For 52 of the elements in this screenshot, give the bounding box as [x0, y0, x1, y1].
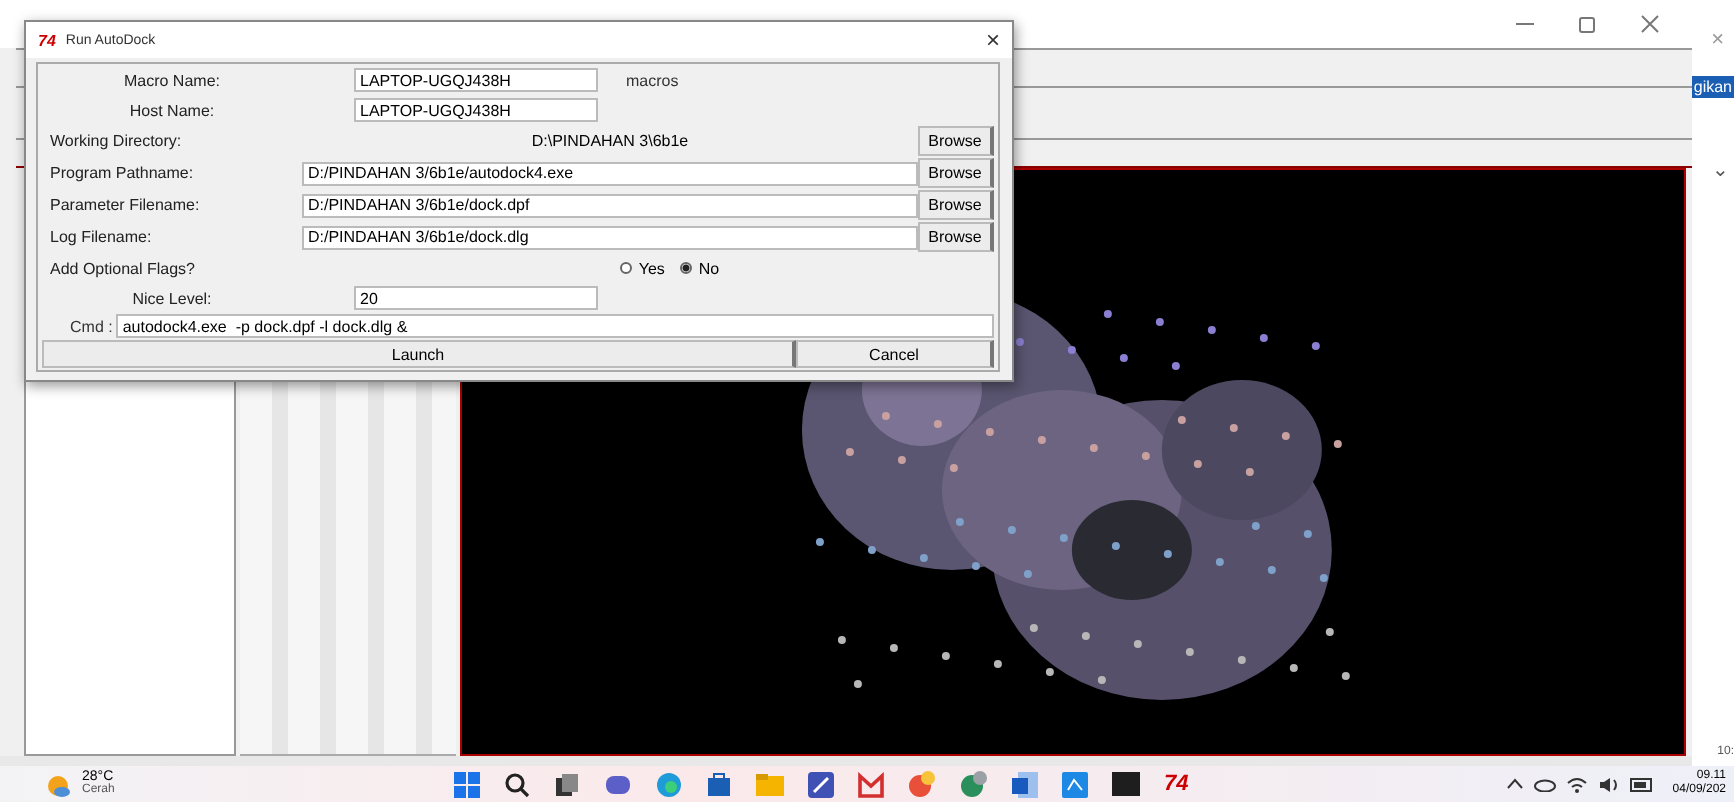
input-field[interactable]: 20 — [354, 286, 598, 310]
field-label: Nice Level: — [130, 289, 214, 307]
close-icon[interactable] — [1639, 14, 1660, 34]
field-label: Log Filename: — [48, 228, 154, 246]
store-icon[interactable] — [706, 771, 732, 797]
minimize-icon[interactable] — [1515, 22, 1534, 26]
input-field[interactable]: D:/PINDAHAN 3/6b1e/autodock4.exe — [302, 161, 918, 185]
battery-icon[interactable] — [1630, 777, 1655, 791]
app-icon[interactable] — [1062, 771, 1088, 797]
input-field[interactable]: D:/PINDAHAN 3/6b1e/dock.dpf — [302, 193, 918, 217]
app-logo: 74 — [38, 31, 56, 49]
browse-button[interactable]: Browse — [918, 158, 994, 188]
radio-icon[interactable] — [620, 262, 633, 274]
browse-button[interactable]: Browse — [918, 222, 994, 252]
radio-icon[interactable] — [680, 262, 693, 274]
cmd-label: Cmd : — [70, 317, 113, 335]
wifi-icon[interactable] — [1566, 775, 1589, 793]
field-label: Host Name: — [127, 101, 217, 119]
browser-icon[interactable] — [656, 771, 682, 797]
field-label: Parameter Filename: — [48, 196, 202, 214]
radio-option[interactable]: Yes — [620, 259, 665, 277]
field-label: Macro Name: — [121, 71, 222, 89]
directory-text: D:\PINDAHAN 3\6b1e — [531, 132, 689, 150]
browse-button[interactable]: Browse — [918, 126, 994, 156]
search-icon[interactable] — [504, 771, 530, 797]
document-icon[interactable] — [1012, 771, 1038, 797]
radio-option[interactable]: No — [680, 259, 720, 277]
field-label: Working Directory: — [48, 132, 184, 150]
task-view-icon[interactable] — [554, 771, 580, 797]
close-icon[interactable]: × — [985, 26, 1000, 54]
browse-button[interactable]: Browse — [918, 190, 994, 220]
input-field[interactable]: D:/PINDAHAN 3/6b1e/dock.dlg — [302, 225, 918, 249]
mail-icon[interactable] — [858, 771, 884, 797]
input-field[interactable]: LAPTOP-UGQJ438H — [354, 68, 598, 92]
maximize-icon[interactable] — [1577, 15, 1596, 33]
app-icon[interactable] — [908, 770, 936, 798]
field-label: Add Optional Flags? — [48, 259, 197, 277]
speaker-icon[interactable] — [1598, 775, 1621, 793]
app-logo[interactable]: 74 — [1164, 772, 1189, 796]
windows-start-icon[interactable] — [454, 771, 480, 797]
input-field[interactable]: LAPTOP-UGQJ438H — [354, 98, 598, 122]
side-button[interactable]: gikan — [1691, 76, 1734, 98]
weather-icon[interactable] — [44, 770, 72, 798]
chevron-up-icon[interactable] — [1506, 778, 1525, 790]
cancel-button[interactable]: Cancel — [796, 340, 994, 368]
note-text: macros — [626, 71, 679, 89]
app-icon[interactable] — [960, 770, 988, 798]
command-field[interactable]: autodock4.exe -p dock.dpf -l dock.dlg & — [116, 314, 994, 338]
field-label: Program Pathname: — [48, 164, 196, 182]
app-icon[interactable] — [808, 771, 834, 797]
chevron-icon[interactable]: ⌄ — [1712, 158, 1728, 182]
launch-button[interactable]: Launch — [42, 340, 796, 368]
